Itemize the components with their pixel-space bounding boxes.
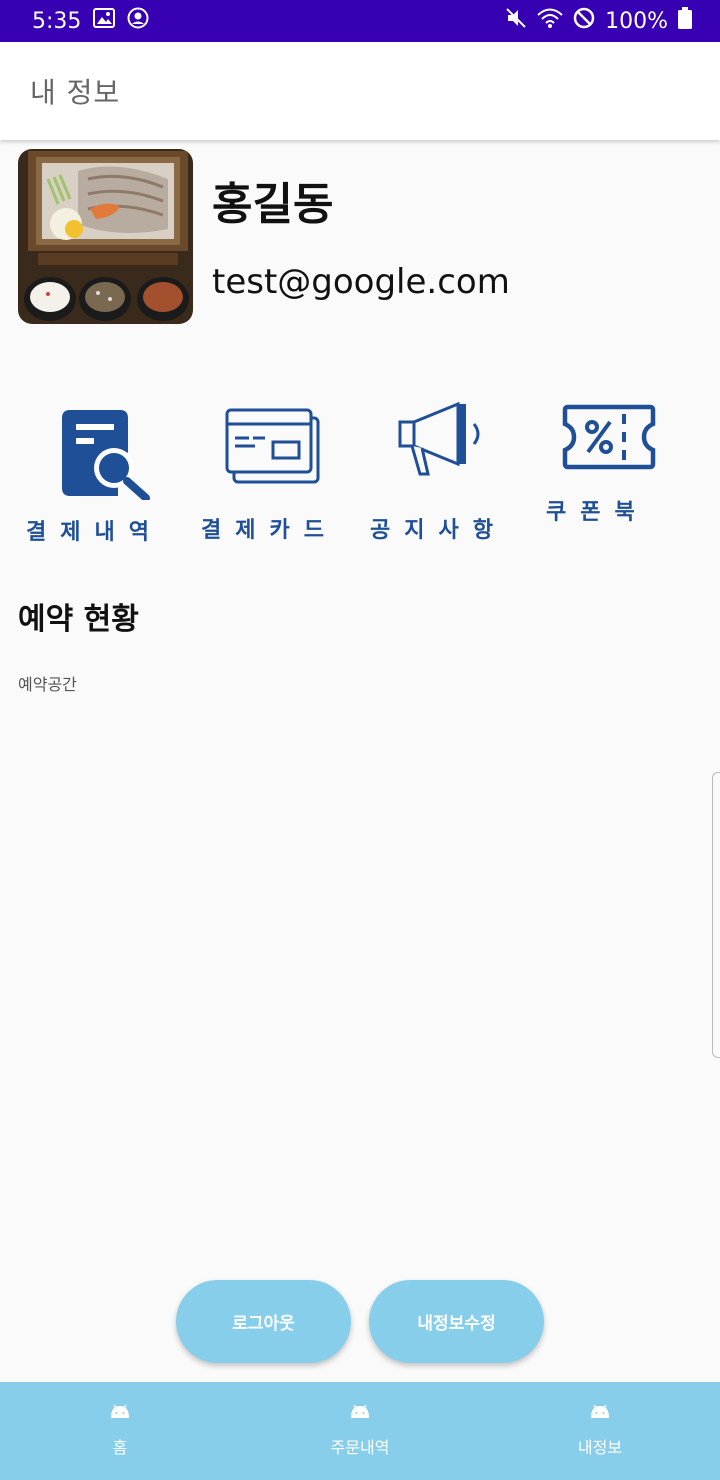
- do-not-disturb-icon: [573, 7, 595, 35]
- receipt-search-icon: [62, 410, 152, 504]
- profile-email: test@google.com: [212, 262, 510, 302]
- nav-item-my-info[interactable]: 내정보: [480, 1382, 720, 1480]
- app-bar: 내 정보: [0, 42, 720, 140]
- credit-card-icon: [225, 408, 320, 490]
- image-icon: [93, 8, 116, 34]
- menu-label-payment-card: 결제카드: [201, 518, 338, 543]
- menu-item-notice[interactable]: 공지사항: [370, 400, 530, 560]
- menu-item-coupon-book[interactable]: 쿠폰북: [540, 400, 700, 560]
- menu-item-payment-history[interactable]: 결제내역: [18, 400, 178, 560]
- menu-item-payment-card[interactable]: 결제카드: [195, 400, 355, 560]
- menu-label-coupon-book: 쿠폰북: [546, 500, 649, 525]
- menu-row: 결제내역 결제카드 공지사항 쿠폰북: [0, 400, 720, 560]
- nav-item-home[interactable]: 홈: [0, 1382, 240, 1480]
- nav-label-my-info: 내정보: [577, 1438, 623, 1457]
- wifi-icon: [537, 7, 563, 35]
- coupon-icon: [562, 404, 656, 474]
- nav-item-order-history[interactable]: 주문내역: [240, 1382, 480, 1480]
- reservation-title: 예약 현황: [18, 602, 139, 637]
- profile-name: 홍길동: [212, 179, 334, 230]
- battery-icon: [678, 7, 692, 35]
- profile-photo: [18, 149, 193, 324]
- android-icon: [589, 1404, 611, 1424]
- nav-label-order-history: 주문내역: [330, 1438, 390, 1457]
- android-icon: [349, 1404, 371, 1424]
- logout-button[interactable]: 로그아웃: [176, 1280, 351, 1363]
- side-scroll-handle[interactable]: [712, 772, 720, 1058]
- edit-profile-button[interactable]: 내정보수정: [369, 1280, 544, 1363]
- menu-label-notice: 공지사항: [370, 518, 507, 543]
- nav-label-home: 홈: [112, 1438, 128, 1457]
- page-title: 내 정보: [30, 76, 121, 109]
- megaphone-icon: [398, 401, 488, 480]
- status-bar: 5:35 100%: [0, 0, 720, 42]
- reservation-body: 예약공간: [18, 675, 77, 694]
- status-right: 100%: [505, 7, 692, 35]
- menu-label-payment-history: 결제내역: [26, 520, 163, 545]
- mute-icon: [505, 7, 527, 35]
- account-circle-icon: [127, 7, 149, 35]
- android-icon: [109, 1404, 131, 1424]
- bottom-nav: 홈 주문내역 내정보: [0, 1382, 720, 1480]
- status-time: 5:35: [32, 8, 82, 34]
- status-left: 5:35: [32, 7, 149, 35]
- battery-level: 100%: [605, 8, 668, 34]
